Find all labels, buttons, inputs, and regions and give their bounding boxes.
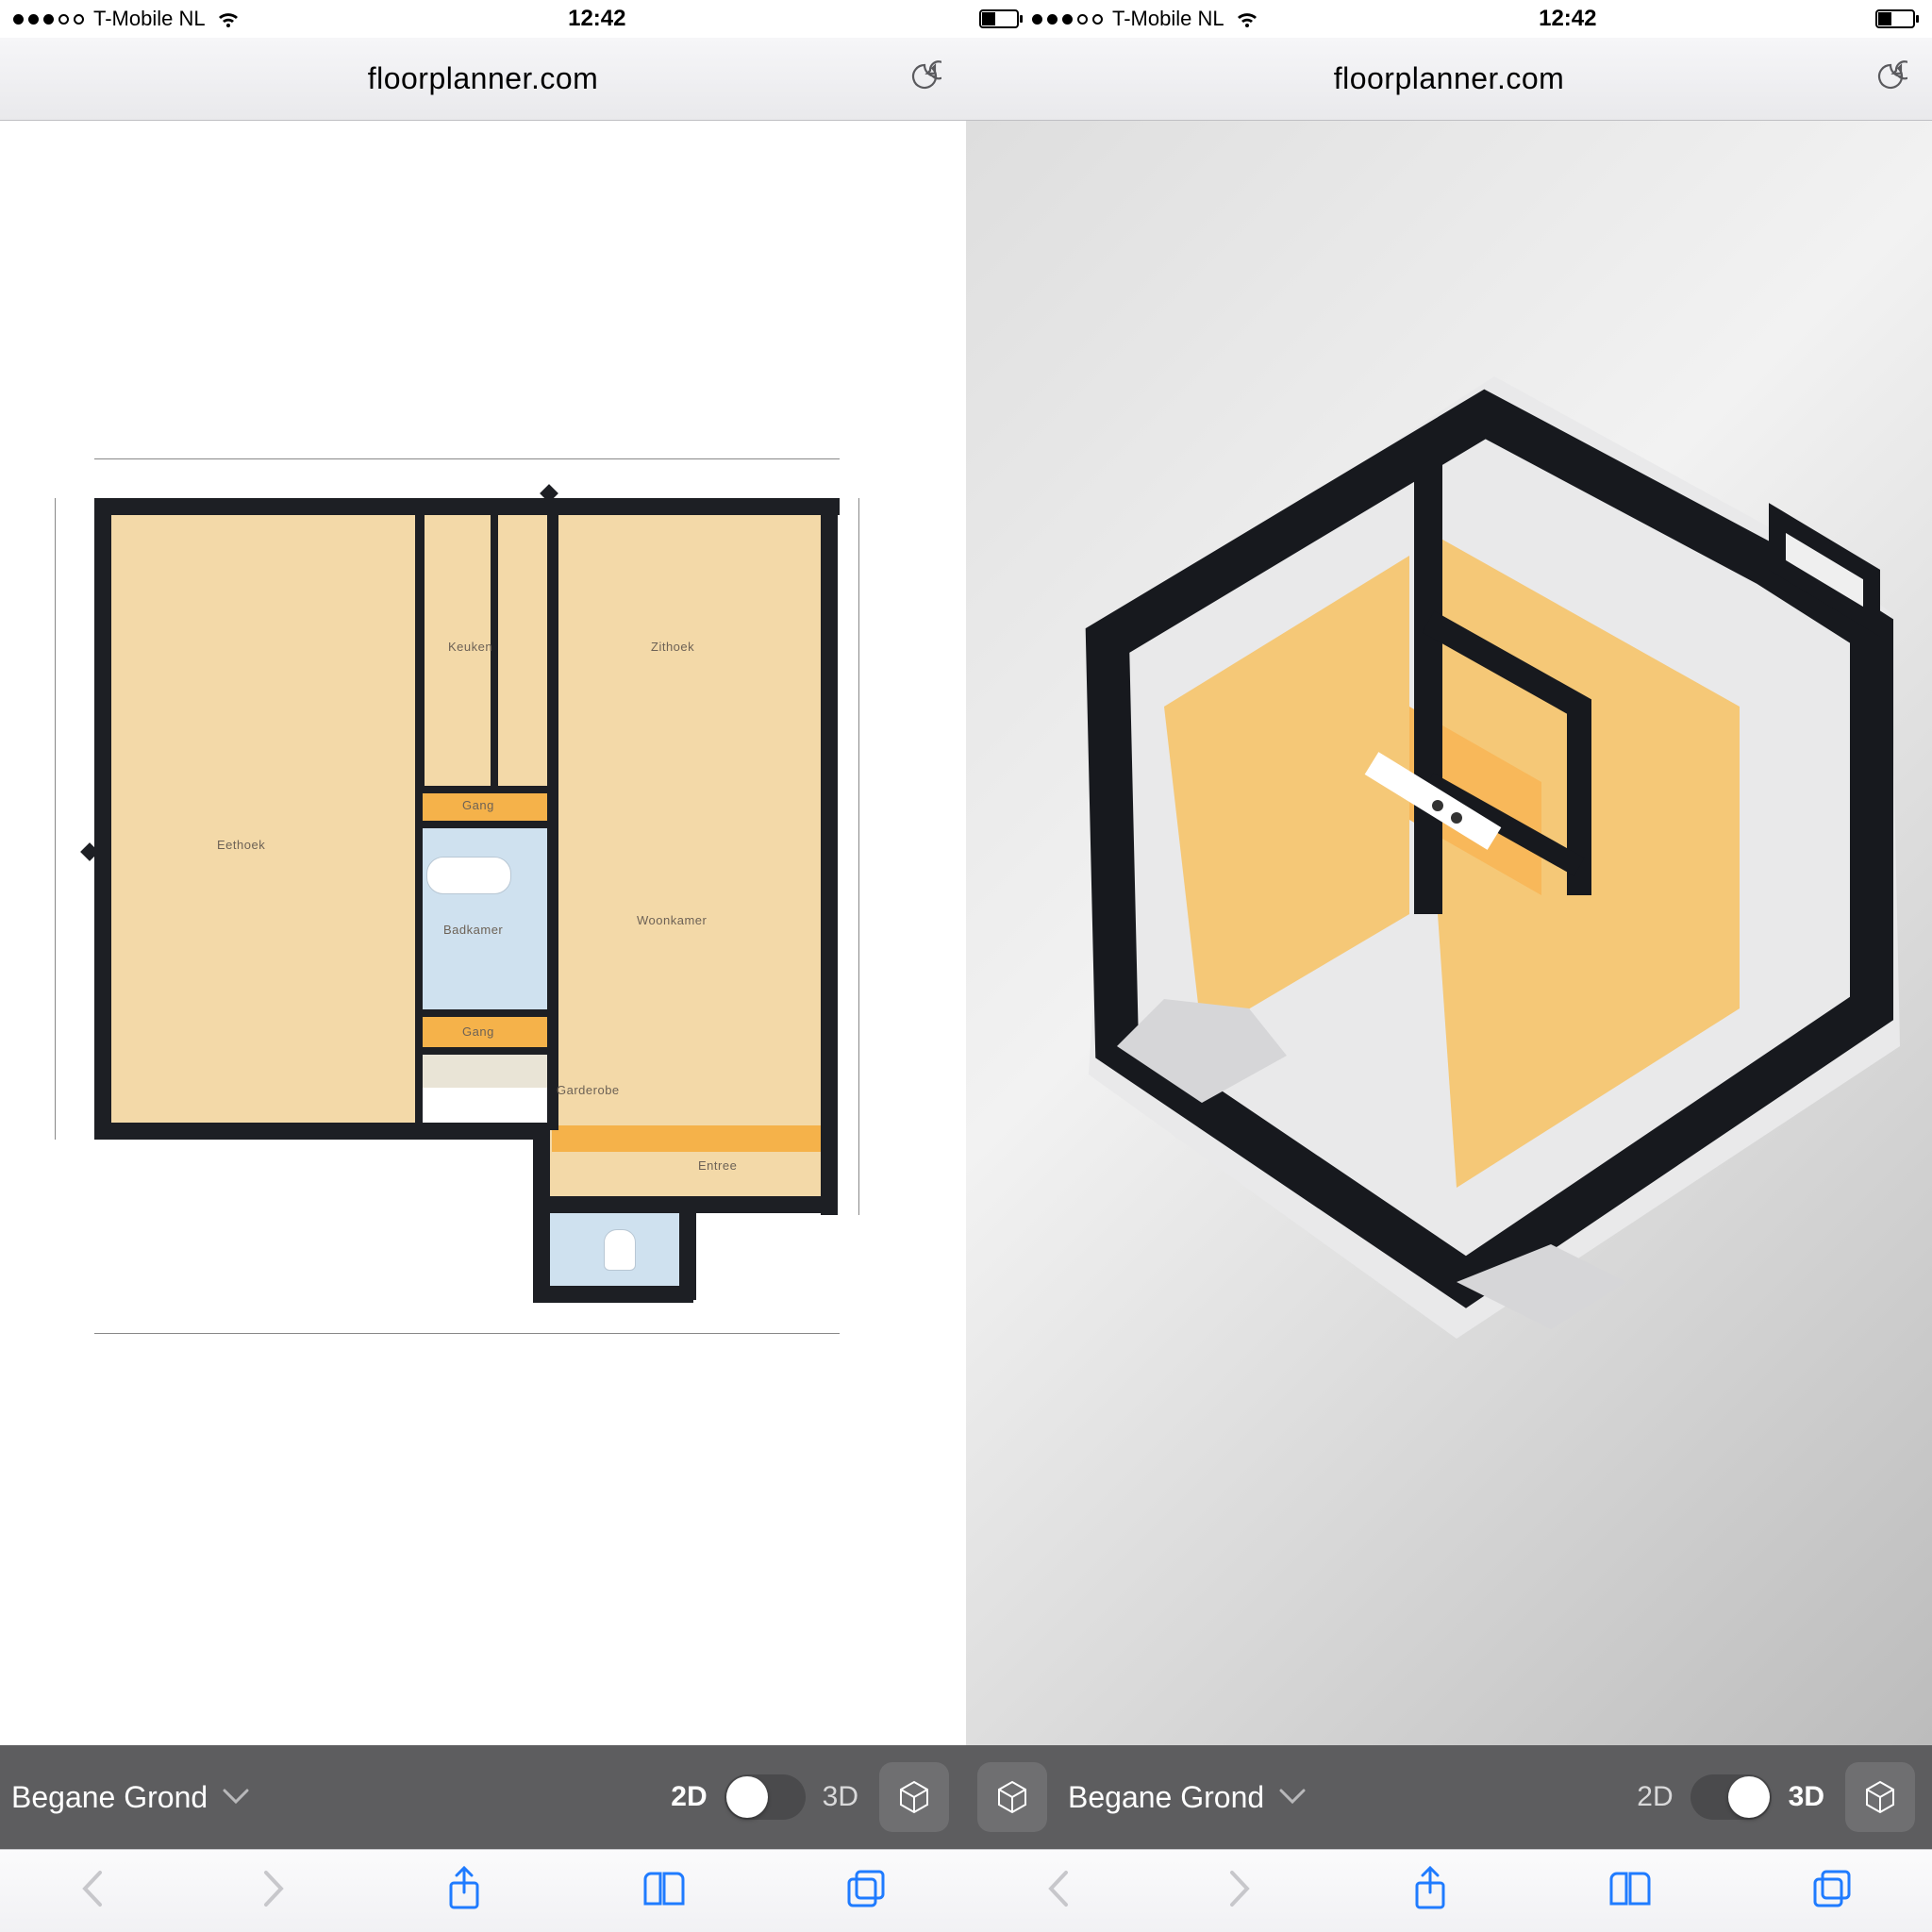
room-label-zithoek: Zithoek — [651, 640, 694, 654]
toggle-switch[interactable] — [724, 1774, 806, 1820]
back-button[interactable] — [1045, 1869, 1070, 1913]
back-button[interactable] — [79, 1869, 104, 1913]
url-text: floorplanner.com — [1334, 61, 1565, 96]
mode-3d-label: 3D — [823, 1781, 858, 1813]
wifi-icon — [215, 8, 242, 29]
floor-name-label: Begane Grond — [11, 1780, 208, 1815]
carrier-label: T-Mobile NL — [93, 7, 206, 31]
toggle-switch[interactable] — [1690, 1774, 1772, 1820]
floorplan-2d-canvas[interactable]: Eethoek Keuken Zithoek Gang Badkamer Woo… — [0, 121, 966, 1745]
tabs-button[interactable] — [1811, 1868, 1853, 1914]
mode-2d-label: 2D — [671, 1781, 707, 1813]
chevron-down-icon — [1279, 1781, 1306, 1813]
room-label-eethoek: Eethoek — [217, 838, 265, 852]
room-label-garderobe: Garderobe — [557, 1083, 620, 1097]
forward-button[interactable] — [262, 1869, 287, 1913]
chevron-down-icon — [223, 1781, 249, 1813]
room-label-woonkamer: Woonkamer — [637, 913, 707, 927]
room-label-gang1: Gang — [462, 798, 494, 812]
room-label-keuken: Keuken — [448, 640, 492, 654]
view-cube-button[interactable] — [977, 1762, 1047, 1832]
ios-status-bar: T-Mobile NL 12:42 — [0, 0, 966, 38]
app-toolbar: Begane Grond 2D 3D — [0, 1745, 966, 1849]
view-mode-toggle[interactable]: 2D 3D — [1637, 1774, 1824, 1820]
ios-status-bar: T-Mobile NL 12:42 — [966, 0, 1932, 38]
signal-strength-icon — [1032, 14, 1103, 25]
reload-icon[interactable] — [1874, 59, 1907, 98]
floorplan-3d-canvas[interactable] — [966, 121, 1932, 1745]
floor-name-label: Begane Grond — [1068, 1780, 1264, 1815]
room-label-gang2: Gang — [462, 1024, 494, 1039]
mode-2d-label: 2D — [1637, 1781, 1673, 1813]
clock-label: 12:42 — [568, 6, 625, 32]
view-mode-toggle[interactable]: 2D 3D — [671, 1774, 858, 1820]
room-label-entree: Entree — [698, 1158, 737, 1173]
bookmarks-button[interactable] — [1607, 1870, 1653, 1912]
browser-address-bar[interactable]: floorplanner.com — [966, 38, 1932, 121]
tabs-button[interactable] — [845, 1868, 887, 1914]
share-button[interactable] — [445, 1866, 483, 1916]
floor-selector[interactable]: Begane Grond — [1068, 1780, 1616, 1815]
view-cube-button-secondary[interactable] — [1845, 1762, 1915, 1832]
signal-strength-icon — [13, 14, 84, 25]
clock-label: 12:42 — [1539, 6, 1596, 32]
floor-selector[interactable]: Begane Grond — [11, 1780, 650, 1815]
wifi-icon — [1234, 8, 1260, 29]
browser-address-bar[interactable]: floorplanner.com — [0, 38, 966, 121]
mode-3d-label: 3D — [1789, 1781, 1824, 1813]
app-toolbar: Begane Grond 2D 3D — [966, 1745, 1932, 1849]
share-button[interactable] — [1411, 1866, 1449, 1916]
forward-button[interactable] — [1228, 1869, 1253, 1913]
bookmarks-button[interactable] — [641, 1870, 687, 1912]
reload-icon[interactable] — [908, 59, 941, 98]
safari-toolbar — [966, 1849, 1932, 1932]
battery-icon — [979, 9, 1023, 28]
url-text: floorplanner.com — [368, 61, 599, 96]
safari-toolbar — [0, 1849, 966, 1932]
carrier-label: T-Mobile NL — [1112, 7, 1224, 31]
view-cube-button[interactable] — [879, 1762, 949, 1832]
battery-icon-right — [1875, 9, 1919, 28]
room-label-badkamer: Badkamer — [443, 923, 503, 937]
